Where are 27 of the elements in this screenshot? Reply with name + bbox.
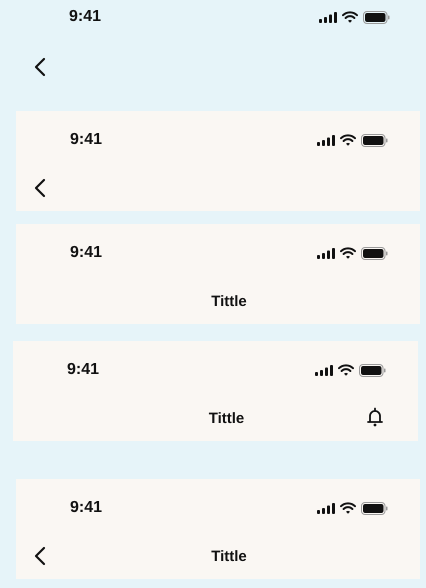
page-title: Tittle xyxy=(211,548,247,564)
signal-icon xyxy=(319,12,337,22)
battery-icon xyxy=(361,502,388,514)
battery-icon xyxy=(359,364,386,376)
signal-icon xyxy=(317,248,335,258)
back-icon[interactable] xyxy=(34,57,46,77)
status-time: 9:41 xyxy=(70,500,102,516)
battery-icon xyxy=(361,246,388,260)
wifi-icon xyxy=(342,11,358,23)
status-time: 9:41 xyxy=(67,362,100,378)
back-icon[interactable] xyxy=(34,546,46,566)
battery-icon xyxy=(363,10,390,24)
page-title: Tittle xyxy=(211,294,247,308)
bell-icon[interactable] xyxy=(366,407,384,427)
wifi-icon xyxy=(340,247,356,259)
page-title: Tittle xyxy=(208,410,244,426)
signal-icon xyxy=(317,134,335,146)
signal-icon xyxy=(317,502,335,514)
battery-icon xyxy=(361,134,388,146)
back-icon[interactable] xyxy=(34,178,46,198)
wifi-icon xyxy=(340,134,356,146)
wifi-icon xyxy=(338,364,354,376)
status-time: 9:41 xyxy=(70,132,102,148)
status-time: 9:41 xyxy=(70,245,102,261)
wifi-icon xyxy=(340,502,356,514)
status-time: 9:41 xyxy=(69,9,102,25)
signal-icon xyxy=(315,364,333,376)
